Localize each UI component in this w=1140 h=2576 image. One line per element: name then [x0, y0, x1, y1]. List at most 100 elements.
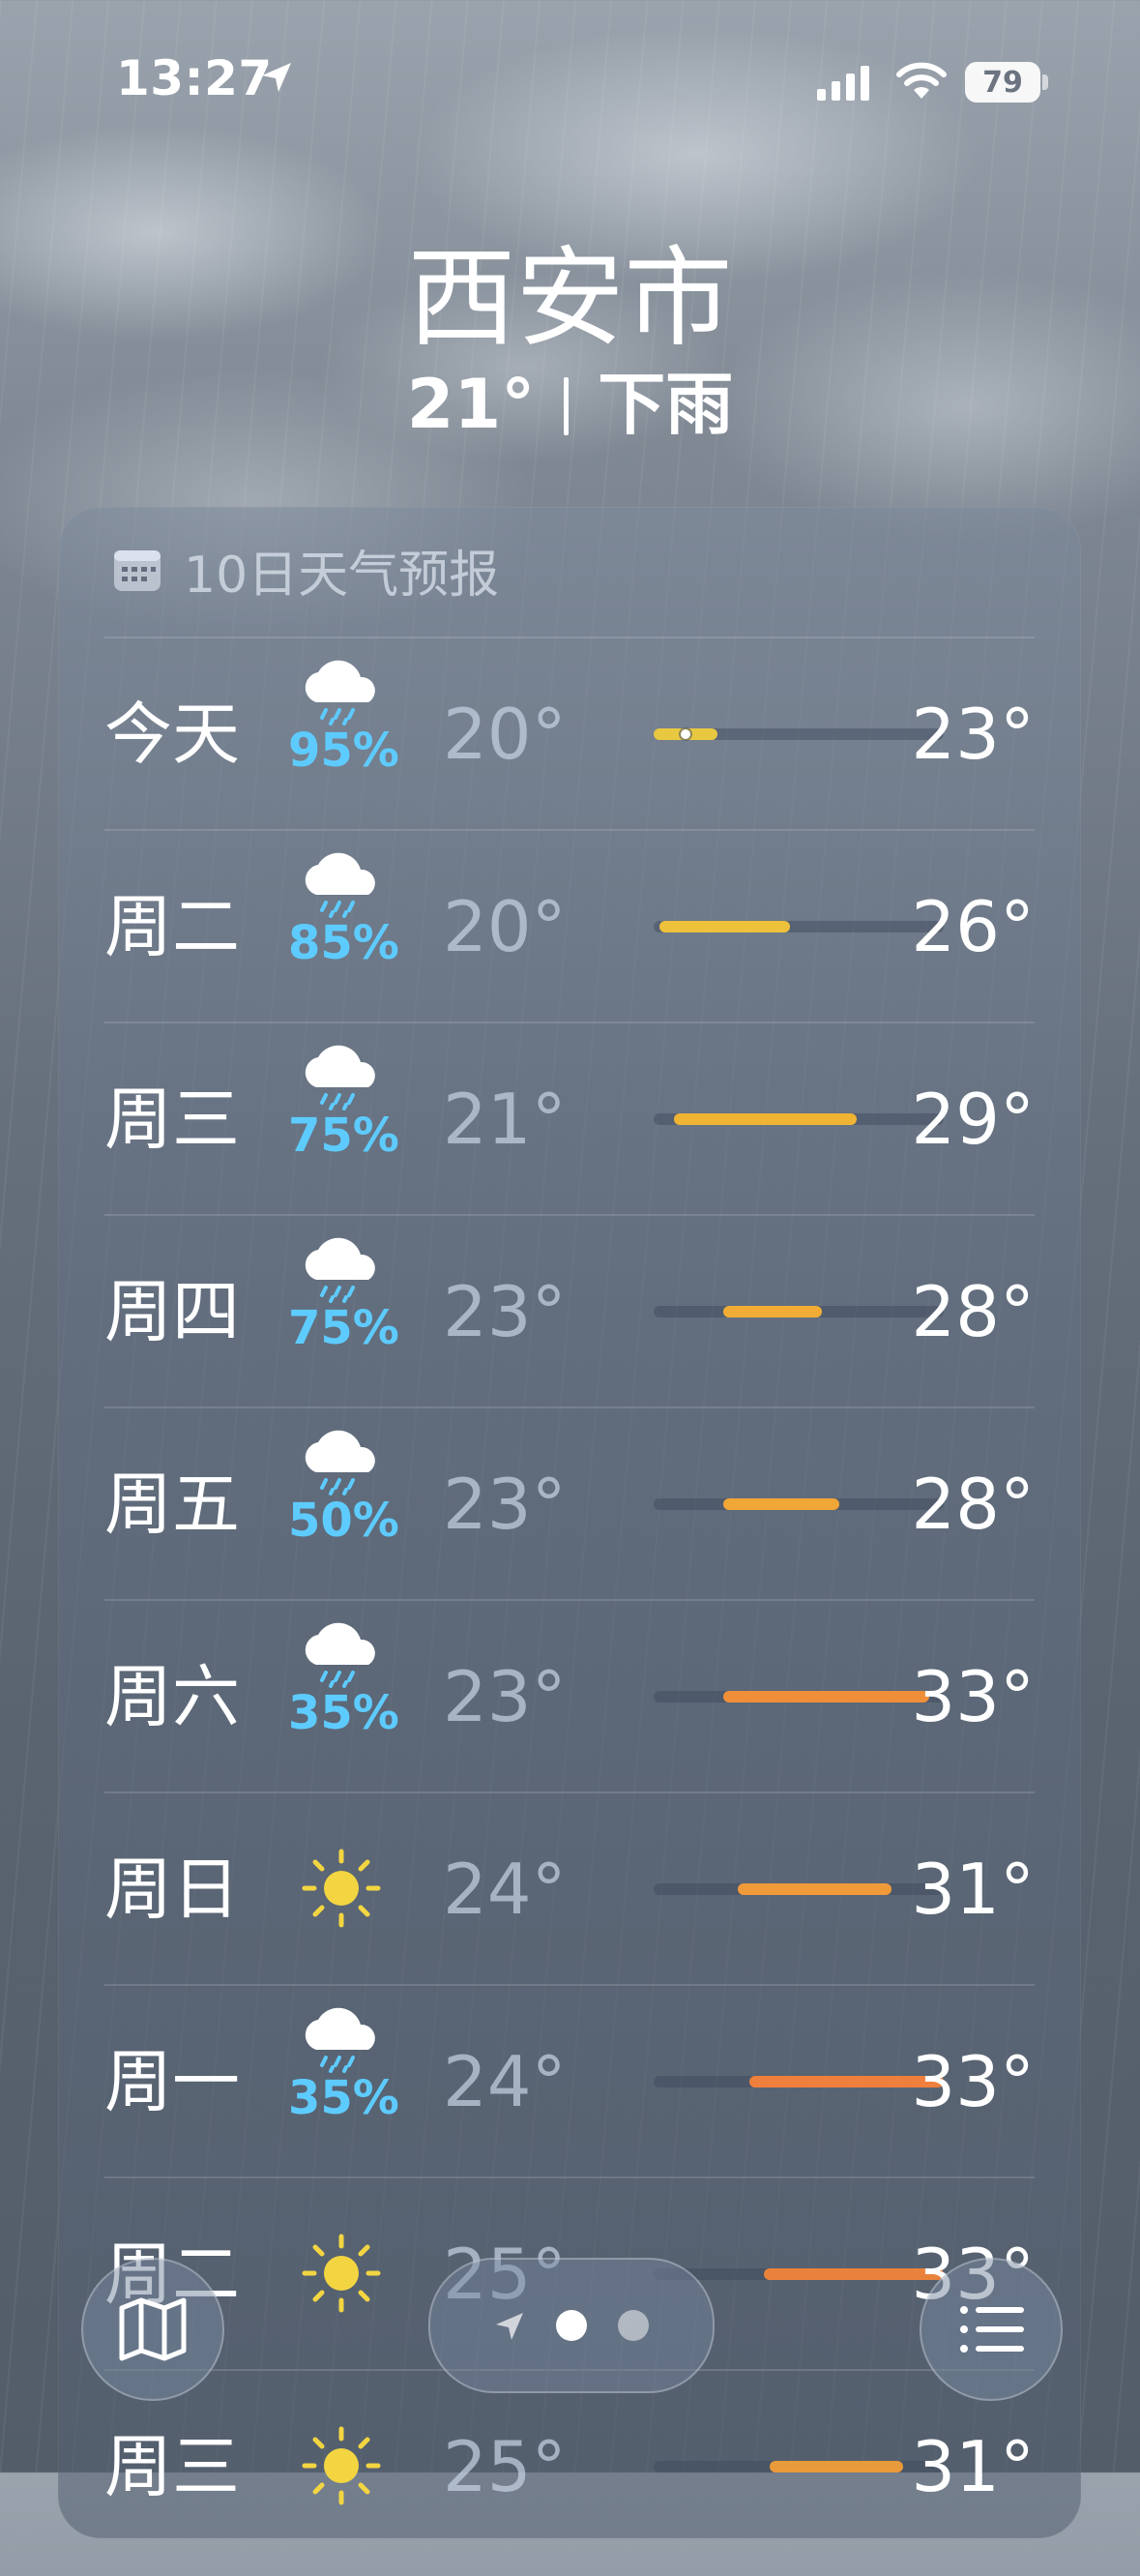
weather-condition [288, 1844, 395, 1999]
wifi-icon [896, 62, 947, 99]
page-indicator[interactable] [428, 2258, 715, 2393]
low-temperature: 23° [443, 1656, 567, 1737]
forecast-row[interactable]: 今天 95% 20° 23° [104, 637, 1035, 830]
temperature-range-bar [654, 1306, 944, 1318]
sun-icon [288, 1844, 395, 1933]
list-icon [960, 2306, 1024, 2353]
forecast-row[interactable]: 周五 50% 23° 28° [104, 1406, 1035, 1600]
temperature-range-fill [723, 1498, 839, 1510]
day-label: 周六 [104, 1657, 240, 1736]
weather-condition: 35% [288, 2007, 399, 2162]
current-summary: 21° 下雨 [0, 350, 1140, 448]
temperature-range-fill [738, 1883, 892, 1895]
forecast-row[interactable]: 周日 24° 31° [104, 1791, 1035, 1985]
temperature-range-fill [723, 1691, 929, 1703]
weather-condition [288, 2229, 395, 2384]
temperature-range-fill [723, 1306, 822, 1318]
day-label: 周四 [104, 1272, 240, 1351]
high-temperature: 33° [911, 2041, 1035, 2122]
high-temperature: 28° [911, 1271, 1035, 1352]
high-temperature: 33° [911, 1656, 1035, 1737]
card-header: 10日天气预报 [112, 536, 500, 605]
temperature-range-bar [654, 921, 944, 933]
summary-divider [564, 377, 570, 435]
high-temperature: 29° [911, 1079, 1035, 1160]
low-temperature: 23° [443, 1464, 567, 1545]
map-button[interactable] [81, 2258, 224, 2401]
temperature-range-bar [654, 1883, 944, 1895]
status-time: 13:27 [116, 50, 273, 106]
ten-day-forecast-card[interactable]: 10日天气预报 今天 95% 20° 23° 周二 85% 20° 26° 周三 75% 21° 29… [58, 507, 1081, 2538]
weather-condition: 75% [288, 1045, 399, 1199]
temperature-range-bar [654, 2461, 944, 2472]
low-temperature: 24° [443, 1849, 567, 1930]
forecast-row[interactable]: 周二 85% 20° 26° [104, 829, 1035, 1022]
low-temperature: 20° [443, 694, 567, 775]
city-name: 西安市 [407, 236, 733, 362]
day-label: 今天 [104, 695, 240, 774]
battery-indicator: 79 [965, 62, 1040, 103]
forecast-row[interactable]: 周三 75% 21° 29° [104, 1022, 1035, 1215]
low-temperature: 24° [443, 2041, 567, 2122]
current-condition: 下雨 [598, 365, 734, 444]
low-temperature: 25° [443, 2426, 567, 2507]
high-temperature: 31° [911, 2426, 1035, 2507]
location-arrow-icon [496, 2313, 523, 2340]
temperature-range-fill [770, 2461, 903, 2472]
precipitation-chance: 85% [288, 916, 399, 970]
day-label: 周三 [104, 2427, 240, 2506]
map-icon [119, 2297, 187, 2361]
forecast-row[interactable]: 周一 35% 24° 33° [104, 1984, 1035, 2177]
precipitation-chance: 50% [288, 1494, 399, 1548]
weather-condition: 85% [288, 852, 399, 1007]
precipitation-chance: 35% [288, 1686, 399, 1740]
forecast-title: 10日天气预报 [184, 546, 500, 605]
page-dot-current [556, 2310, 587, 2341]
cellular-signal-icon [817, 66, 869, 101]
page-dot-other [618, 2310, 649, 2341]
temperature-range-bar [654, 728, 944, 740]
low-temperature: 20° [443, 886, 567, 967]
high-temperature: 31° [911, 1849, 1035, 1930]
status-bar: 13:27 79 [0, 0, 1140, 135]
high-temperature: 28° [911, 1464, 1035, 1545]
temperature-range-fill [659, 921, 790, 933]
cloud-rain-icon [288, 1237, 395, 1303]
temperature-range-bar [654, 1498, 944, 1510]
current-temperature: 21° [406, 365, 536, 444]
calendar-icon [114, 550, 161, 591]
sun-icon [288, 2421, 395, 2510]
precipitation-chance: 95% [288, 724, 399, 778]
forecast-row[interactable]: 周六 35% 23° 33° [104, 1599, 1035, 1792]
day-label: 周五 [104, 1465, 240, 1544]
weather-condition: 75% [288, 1237, 399, 1392]
low-temperature: 21° [443, 1079, 567, 1160]
precipitation-chance: 75% [288, 1109, 399, 1163]
weather-condition: 50% [288, 1430, 399, 1584]
cloud-rain-icon [288, 1045, 395, 1110]
day-label: 周三 [104, 1080, 240, 1159]
weather-condition [288, 2421, 395, 2576]
location-services-icon [262, 63, 291, 92]
cloud-rain-icon [288, 852, 395, 918]
day-label: 周一 [104, 2042, 240, 2121]
cloud-rain-icon [288, 1622, 395, 1688]
city-list-button[interactable] [920, 2258, 1063, 2401]
battery-tip [1042, 74, 1048, 90]
temperature-range-fill [674, 1113, 857, 1125]
weather-condition: 35% [288, 1622, 399, 1777]
current-temperature-dot [681, 729, 690, 739]
cloud-rain-icon [288, 660, 395, 725]
temperature-range-bar [654, 1113, 944, 1125]
low-temperature: 23° [443, 1271, 567, 1352]
temperature-range-bar [654, 1691, 944, 1703]
high-temperature: 23° [911, 694, 1035, 775]
high-temperature: 26° [911, 886, 1035, 967]
weather-condition: 95% [288, 660, 399, 814]
forecast-row[interactable]: 周四 75% 23° 28° [104, 1214, 1035, 1407]
cloud-rain-icon [288, 2007, 395, 2073]
precipitation-chance: 75% [288, 1301, 399, 1355]
forecast-row[interactable]: 周三 25° 31° [104, 2369, 1035, 2562]
temperature-range-bar [654, 2076, 944, 2087]
day-label: 周日 [104, 1850, 240, 1929]
